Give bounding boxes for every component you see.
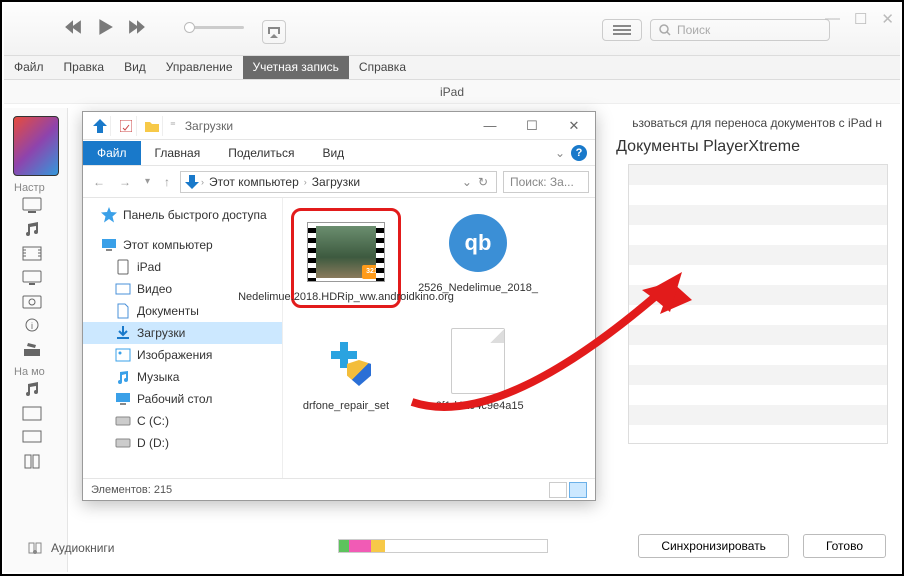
movies-icon[interactable] [22,245,42,262]
explorer-window: ⁼ Загрузки — ☐ ✕ Файл Главная Поделиться… [82,111,596,501]
playback-controls [64,18,146,42]
nav-item-0[interactable]: iPad [83,256,282,278]
pc-icon [101,237,117,253]
music-icon[interactable] [22,221,42,238]
qat-location-icon[interactable] [89,116,111,136]
summary-icon[interactable] [22,197,42,214]
info-icon[interactable]: i [22,317,42,334]
od-music-icon[interactable] [22,381,42,398]
prev-button[interactable] [64,18,82,42]
od-books-icon[interactable] [22,453,42,470]
menu-Файл[interactable]: Файл [4,56,54,79]
od-movies-icon[interactable] [22,405,42,422]
help-icon[interactable]: ? [571,145,587,161]
ex-minimize-button[interactable]: — [469,118,511,134]
play-button[interactable] [96,18,114,42]
history-dropdown-icon[interactable]: ▾ [141,176,154,187]
file-item[interactable]: qb2526_Nedelimue_2018_ [423,208,533,308]
file-list[interactable]: 321Nedelimue.2018.HDRip_ww.androidkino.o… [283,198,595,478]
hint-text: ьзоваться для переноса документов с iPad… [632,116,882,130]
file-item[interactable]: .6f1d4a04c9e4a15 [423,326,533,412]
menu-Управление[interactable]: Управление [156,56,243,79]
maximize-button[interactable]: ☐ [854,10,867,28]
refresh-icon[interactable]: ↻ [474,175,492,189]
done-button[interactable]: Готово [803,534,886,558]
status-bar: Элементов: 215 [83,478,595,500]
documents-panel[interactable] [628,164,888,444]
nav-quick-access[interactable]: Панель быстрого доступа [83,204,282,226]
search-placeholder: Поиск [677,23,710,37]
menu-Правка[interactable]: Правка [54,56,115,79]
apps-icon[interactable] [22,341,42,358]
storage-bar [338,539,548,553]
menu-Справка[interactable]: Справка [349,56,416,79]
settings-label: Настр [4,182,67,194]
menu-Вид[interactable]: Вид [114,56,156,79]
menu-Учетная запись[interactable]: Учетная запись [243,56,349,79]
window-title: Загрузки [185,119,233,133]
tab-share[interactable]: Поделиться [214,141,308,165]
nav-item-2[interactable]: Документы [83,300,282,322]
nav-item-8[interactable]: D (D:) [83,432,282,454]
list-view-icon[interactable] [602,19,642,41]
up-button[interactable]: ↑ [160,175,174,189]
crumb-pc[interactable]: Этот компьютер [206,175,302,189]
od-tv-icon[interactable] [22,429,42,446]
photos-icon[interactable] [22,293,42,310]
file-item[interactable]: 321Nedelimue.2018.HDRip_ww.androidkino.o… [291,208,401,308]
minimize-button[interactable]: — [825,10,840,28]
close-button[interactable]: ✕ [881,10,894,28]
explorer-search-input[interactable]: Поиск: За... [503,171,589,193]
qat-folder-icon[interactable] [141,116,163,136]
volume-slider[interactable] [184,26,244,29]
nav-this-pc[interactable]: Этот компьютер [83,234,282,256]
svg-text:i: i [31,321,33,331]
ex-maximize-button[interactable]: ☐ [511,118,553,134]
ribbon-collapse-icon[interactable]: ⌄ [555,146,565,160]
address-bar-row: ← → ▾ ↑ › Этот компьютер › Загрузки ⌄ ↻ … [83,166,595,198]
search-input[interactable]: Поиск [650,19,830,41]
explorer-titlebar: ⁼ Загрузки — ☐ ✕ [83,112,595,140]
star-icon [101,207,117,223]
item-count: Элементов: 215 [91,484,172,496]
tv-icon[interactable] [22,269,42,286]
documents-title: Документы PlayerXtreme [616,138,800,156]
device-thumbnail[interactable] [13,116,59,176]
nav-item-6[interactable]: Рабочий стол [83,388,282,410]
nav-item-3[interactable]: Загрузки [83,322,282,344]
airplay-icon[interactable] [262,20,286,44]
tab-home[interactable]: Главная [141,141,215,165]
device-title: iPad [4,80,900,104]
ribbon: Файл Главная Поделиться Вид ⌄? [83,140,595,166]
itunes-toolbar: Поиск — ☐ ✕ [4,4,900,56]
back-button[interactable]: ← [89,175,109,189]
crumb-downloads[interactable]: Загрузки [309,175,363,189]
qat-overflow-icon[interactable]: ⁼ [167,119,179,132]
audiobooks-item[interactable]: Аудиокниги [27,540,115,556]
on-device-label: На мо [4,366,67,378]
icons-view-icon[interactable] [569,482,587,498]
nav-item-4[interactable]: Изображения [83,344,282,366]
forward-button[interactable]: → [115,175,135,189]
itunes-sidebar: Настр i На мо [4,108,68,572]
nav-item-7[interactable]: C (C:) [83,410,282,432]
ex-close-button[interactable]: ✕ [553,118,595,134]
downloads-icon [185,175,199,189]
details-view-icon[interactable] [549,482,567,498]
sync-button[interactable]: Синхронизировать [638,534,789,558]
audiobooks-icon [27,540,43,556]
itunes-menubar: ФайлПравкаВидУправлениеУчетная записьСпр… [4,56,900,80]
address-bar[interactable]: › Этот компьютер › Загрузки ⌄ ↻ [180,171,497,193]
nav-pane: Панель быстрого доступа Этот компьютер i… [83,198,283,478]
qat-properties-icon[interactable] [115,116,137,136]
nav-item-5[interactable]: Музыка [83,366,282,388]
file-tab[interactable]: Файл [83,141,141,165]
file-item[interactable]: drfone_repair_set [291,326,401,412]
next-button[interactable] [128,18,146,42]
tab-view[interactable]: Вид [308,141,358,165]
search-icon [659,24,671,36]
address-dropdown-icon[interactable]: ⌄ [462,175,472,189]
